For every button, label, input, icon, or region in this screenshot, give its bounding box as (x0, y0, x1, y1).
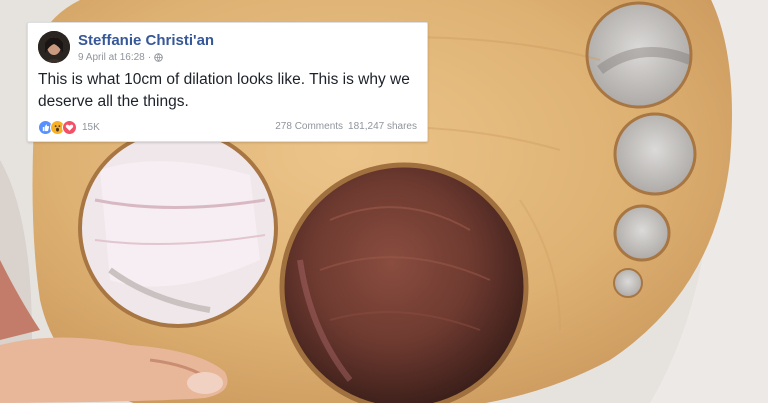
facebook-post-card: Steffanie Christi'an 9 April at 16:28 · T… (27, 22, 428, 142)
reactions-summary[interactable]: 15K (38, 119, 100, 135)
author-name-link[interactable]: Steffanie Christi'an (78, 32, 214, 49)
shares-count-link[interactable]: 181,247 shares (348, 121, 417, 132)
author-avatar[interactable] (38, 31, 70, 63)
love-reaction-icon (62, 119, 77, 135)
comments-count-link[interactable]: 278 Comments (275, 121, 343, 132)
post-meta: 9 April at 16:28 · (78, 52, 163, 65)
engagement-stats: 278 Comments 181,247 shares (275, 121, 417, 132)
reaction-count: 15K (82, 121, 100, 133)
post-timestamp[interactable]: 9 April at 16:28 (78, 52, 145, 63)
avatar-portrait-icon (38, 31, 70, 63)
post-text: This is what 10cm of dilation looks like… (38, 71, 410, 110)
globe-privacy-icon[interactable] (154, 53, 163, 65)
meta-separator: · (147, 52, 152, 63)
